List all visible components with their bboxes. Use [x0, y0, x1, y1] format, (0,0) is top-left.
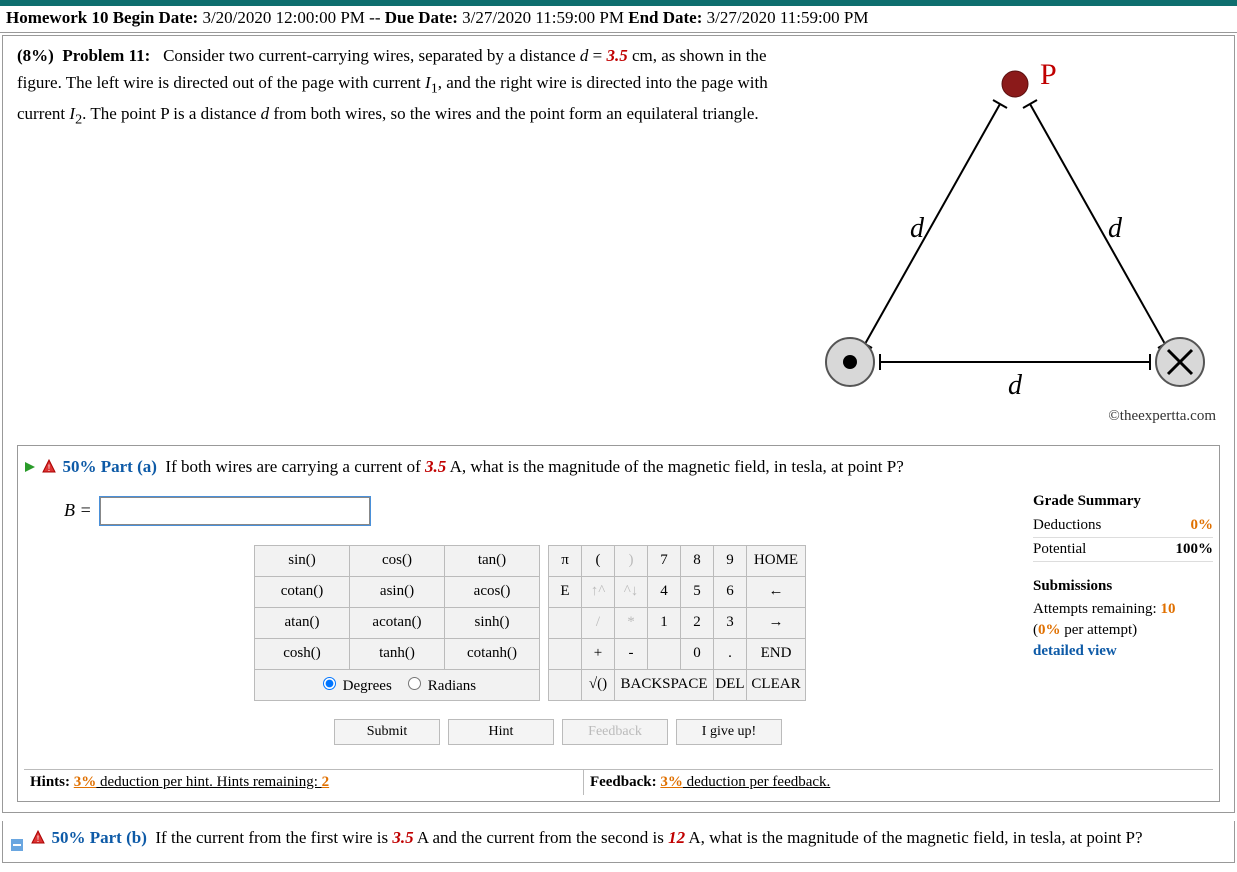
key-1[interactable]: 1 [648, 607, 681, 638]
degrees-radio[interactable]: Degrees [318, 678, 392, 694]
fn-cotan[interactable]: cotan() [255, 576, 350, 607]
fn-asin[interactable]: asin() [350, 576, 445, 607]
svg-text:!: ! [37, 834, 40, 844]
fn-sin[interactable]: sin() [255, 545, 350, 576]
begin-label: Begin Date: [113, 8, 198, 27]
key-sub[interactable]: ^↓ [615, 576, 648, 607]
fn-tanh[interactable]: tanh() [350, 638, 445, 669]
fn-tan[interactable]: tan() [445, 545, 540, 576]
key-blank1 [549, 607, 582, 638]
key-end[interactable]: END [747, 638, 806, 669]
part-b-label: 50% Part (b) [52, 828, 147, 847]
grade-summary-title: Grade Summary [1033, 491, 1213, 512]
fn-acos[interactable]: acos() [445, 576, 540, 607]
begin-date: 3/20/2020 12:00:00 PM [202, 8, 364, 27]
svg-text:d: d [910, 213, 925, 244]
answer-input[interactable] [100, 497, 370, 525]
key-num-blank [648, 638, 681, 669]
action-buttons: Submit Hint Feedback I give up! [334, 719, 1027, 745]
hints-info: Hints: 3% deduction per hint. Hints rema… [24, 770, 584, 795]
key-left[interactable]: ← [747, 576, 806, 607]
angle-mode-row: Degrees Radians [255, 669, 540, 700]
key-dot[interactable]: . [714, 638, 747, 669]
key-clear[interactable]: CLEAR [747, 669, 806, 700]
grade-summary: Grade Summary Deductions0% Potential100%… [1027, 491, 1213, 676]
hints-feedback-row: Hints: 3% deduction per hint. Hints rema… [24, 769, 1213, 795]
key-e[interactable]: E [549, 576, 582, 607]
key-del[interactable]: DEL [714, 669, 747, 700]
part-a-container: ! 50% Part (a) If both wires are carryin… [17, 445, 1220, 802]
end-date: 3/27/2020 11:59:00 PM [707, 8, 869, 27]
key-minus[interactable]: - [615, 638, 648, 669]
part-a-label: 50% Part (a) [63, 457, 157, 476]
svg-text:P: P [1040, 58, 1057, 91]
fn-acotan[interactable]: acotan() [350, 607, 445, 638]
problem-weight: (8%) [17, 46, 54, 65]
key-sup[interactable]: ↑^ [582, 576, 615, 607]
key-4[interactable]: 4 [648, 576, 681, 607]
function-keys: sin()cos()tan() cotan()asin()acos() atan… [254, 545, 540, 701]
warning-icon: ! [31, 826, 45, 852]
fn-cosh[interactable]: cosh() [255, 638, 350, 669]
problem-figure: P d d [810, 42, 1220, 402]
key-6[interactable]: 6 [714, 576, 747, 607]
hw-label: Homework 10 [6, 8, 108, 27]
problem-number: Problem 11: [62, 46, 150, 65]
key-mul[interactable]: * [615, 607, 648, 638]
warning-icon: ! [42, 455, 56, 481]
key-blank2 [549, 638, 582, 669]
key-right[interactable]: → [747, 607, 806, 638]
part-a-header: ! 50% Part (a) If both wires are carryin… [24, 452, 1213, 487]
key-8[interactable]: 8 [681, 545, 714, 576]
svg-text:!: ! [48, 463, 51, 473]
key-5[interactable]: 5 [681, 576, 714, 607]
key-pi[interactable]: π [549, 545, 582, 576]
key-0[interactable]: 0 [681, 638, 714, 669]
due-label: Due Date: [385, 8, 458, 27]
key-sqrt[interactable]: √() [582, 669, 615, 700]
giveup-button[interactable]: I give up! [676, 719, 782, 745]
due-date: 3/27/2020 11:59:00 PM [462, 8, 624, 27]
problem-container: (8%) Problem 11: Consider two current-ca… [2, 35, 1235, 813]
figure-copyright: ©theexpertta.com [17, 402, 1220, 425]
key-rparen[interactable]: ) [615, 545, 648, 576]
answer-variable: B = [64, 500, 92, 521]
hint-button[interactable]: Hint [448, 719, 554, 745]
problem-statement: (8%) Problem 11: Consider two current-ca… [17, 42, 810, 131]
date-sep: -- [369, 8, 380, 27]
fn-cotanh[interactable]: cotanh() [445, 638, 540, 669]
key-backspace[interactable]: BACKSPACE [615, 669, 714, 700]
submissions-title: Submissions [1033, 576, 1213, 597]
key-plus[interactable]: + [582, 638, 615, 669]
key-7[interactable]: 7 [648, 545, 681, 576]
fn-sinh[interactable]: sinh() [445, 607, 540, 638]
key-home[interactable]: HOME [747, 545, 806, 576]
submit-button[interactable]: Submit [334, 719, 440, 745]
assignment-header: Homework 10 Begin Date: 3/20/2020 12:00:… [0, 6, 1237, 33]
svg-text:d: d [1108, 213, 1123, 244]
feedback-info: Feedback: 3% deduction per feedback. [584, 770, 1048, 795]
feedback-button[interactable]: Feedback [562, 719, 668, 745]
svg-text:d: d [1008, 370, 1023, 401]
key-lparen[interactable]: ( [582, 545, 615, 576]
expand-icon[interactable] [24, 455, 36, 481]
end-label: End Date: [628, 8, 702, 27]
numeric-keys: π ( ) 7 8 9 HOME E ↑^ ^↓ 4 [548, 545, 806, 701]
key-3[interactable]: 3 [714, 607, 747, 638]
key-2[interactable]: 2 [681, 607, 714, 638]
keypad: sin()cos()tan() cotan()asin()acos() atan… [254, 545, 1027, 701]
fn-atan[interactable]: atan() [255, 607, 350, 638]
fn-cos[interactable]: cos() [350, 545, 445, 576]
collapse-icon[interactable] [11, 833, 23, 845]
key-div[interactable]: / [582, 607, 615, 638]
key-9[interactable]: 9 [714, 545, 747, 576]
part-b-container: ! 50% Part (b) If the current from the f… [2, 821, 1235, 863]
detailed-view-link[interactable]: detailed view [1033, 641, 1213, 662]
radians-radio[interactable]: Radians [403, 678, 476, 694]
